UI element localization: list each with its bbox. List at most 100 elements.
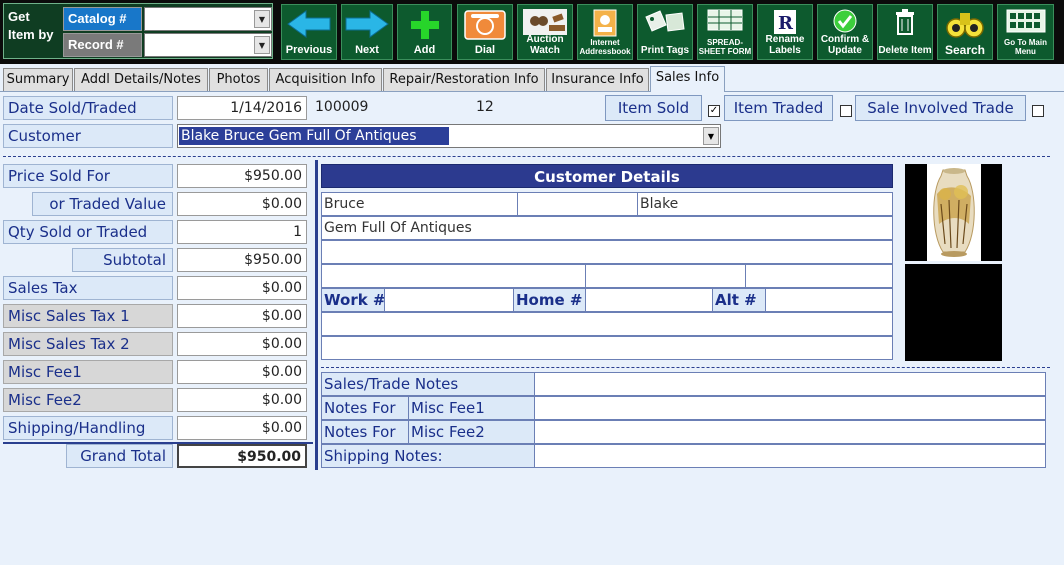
- misc-sales-tax-2-button[interactable]: Misc Sales Tax 2: [3, 332, 173, 356]
- customer-last-name[interactable]: Blake: [637, 192, 893, 216]
- price-sold-for-field[interactable]: $950.00: [177, 164, 307, 188]
- customer-details-title: Customer Details: [321, 164, 893, 188]
- tab-insurance-info[interactable]: Insurance Info: [546, 68, 649, 91]
- misc-fee2-field[interactable]: $0.00: [177, 388, 307, 412]
- customer-company[interactable]: Gem Full Of Antiques: [321, 216, 893, 240]
- record-number-text: 100009: [315, 99, 369, 115]
- arrow-right-icon: [345, 10, 389, 38]
- qty-sold-field[interactable]: 1: [177, 220, 307, 244]
- column-separator: [315, 160, 318, 470]
- catalog-number-button[interactable]: Catalog #: [63, 7, 142, 31]
- traded-value-label: or Traded Value: [32, 192, 173, 216]
- tab-acquisition-info[interactable]: Acquisition Info: [269, 68, 382, 91]
- misc-sales-tax-1-field[interactable]: $0.00: [177, 304, 307, 328]
- customer-city[interactable]: [321, 264, 586, 288]
- confirm-update-button[interactable]: Confirm & Update: [817, 4, 873, 60]
- misc-fee1-field[interactable]: $0.00: [177, 360, 307, 384]
- previous-label: Previous: [285, 44, 333, 56]
- auction-watch-button[interactable]: Auction Watch: [517, 4, 573, 60]
- spreadsheet-form-label: SPREAD- SHEET FORM: [698, 38, 752, 56]
- work-phone-field[interactable]: [384, 288, 514, 312]
- item-traded-checkbox[interactable]: [840, 105, 852, 117]
- item-sold-button[interactable]: Item Sold: [605, 95, 702, 121]
- traded-value-field[interactable]: $0.00: [177, 192, 307, 216]
- tab-repair-restoration-info[interactable]: Repair/Restoration Info: [383, 68, 545, 91]
- customer-select[interactable]: Blake Bruce Gem Full Of Antiques ▼: [177, 124, 721, 148]
- print-tags-label: Print Tags: [640, 45, 690, 56]
- shipping-notes-label: Shipping Notes:: [321, 444, 535, 468]
- add-button[interactable]: Add: [397, 4, 452, 60]
- rename-icon: R: [774, 10, 796, 34]
- internet-addressbook-button[interactable]: Internet Addressbook: [577, 4, 633, 60]
- sale-involved-trade-checkbox[interactable]: [1032, 105, 1044, 117]
- shipping-handling-field[interactable]: $0.00: [177, 416, 307, 440]
- work-phone-label: Work #: [321, 288, 385, 312]
- notes-for-label-1: Notes For: [321, 396, 409, 420]
- item-photo-2[interactable]: [905, 264, 1002, 361]
- go-to-main-menu-button[interactable]: Go To Main Menu: [997, 4, 1054, 60]
- date-sold-traded-field[interactable]: 1/14/2016: [177, 96, 307, 120]
- item-sold-checkbox[interactable]: ✓: [708, 105, 720, 117]
- trash-icon: [896, 9, 914, 35]
- record-number-button[interactable]: Record #: [63, 33, 142, 57]
- tab-bar: Summary Addl Details/Notes Photos Acquis…: [0, 64, 1064, 92]
- tab-sales-info[interactable]: Sales Info: [650, 66, 725, 92]
- misc-sales-tax-1-button[interactable]: Misc Sales Tax 1: [3, 304, 173, 328]
- next-label: Next: [355, 44, 379, 56]
- grand-total-label: Grand Total: [66, 444, 173, 468]
- alt-phone-label: Alt #: [712, 288, 766, 312]
- alt-phone-field[interactable]: [765, 288, 893, 312]
- spreadsheet-icon: [707, 9, 743, 31]
- vase-image: [927, 164, 981, 261]
- sales-tax-field[interactable]: $0.00: [177, 276, 307, 300]
- misc-fee1-button[interactable]: Misc Fee1: [3, 360, 173, 384]
- section-divider: [3, 156, 1050, 157]
- customer-email[interactable]: [321, 312, 893, 336]
- qty-sold-label: Qty Sold or Traded: [3, 220, 173, 244]
- customer-middle-name[interactable]: [517, 192, 638, 216]
- sales-trade-notes-field[interactable]: [534, 372, 1046, 396]
- chevron-down-icon[interactable]: ▼: [254, 10, 270, 28]
- delete-item-button[interactable]: Delete Item: [877, 4, 933, 60]
- customer-state[interactable]: [585, 264, 746, 288]
- tab-summary[interactable]: Summary: [3, 68, 73, 91]
- customer-first-name[interactable]: Bruce: [321, 192, 518, 216]
- go-to-main-menu-label: Go To Main Menu: [1004, 38, 1047, 56]
- customer-selected-value: Blake Bruce Gem Full Of Antiques: [179, 127, 449, 145]
- rename-labels-button[interactable]: R Rename Labels: [757, 4, 813, 60]
- misc-fee1-notes-field[interactable]: [534, 396, 1046, 420]
- internet-addressbook-label: Internet Addressbook: [579, 38, 631, 56]
- arrow-left-icon: [287, 10, 331, 38]
- search-button[interactable]: Search: [937, 4, 993, 60]
- rename-labels-label: Rename Labels: [765, 34, 805, 56]
- misc-fee2-notes-field[interactable]: [534, 420, 1046, 444]
- shipping-handling-label: Shipping/Handling: [3, 416, 173, 440]
- dial-button[interactable]: Dial: [457, 4, 513, 60]
- checkmark-icon: [833, 9, 857, 33]
- next-button[interactable]: Next: [341, 4, 393, 60]
- svg-text:R: R: [778, 13, 794, 34]
- home-phone-field[interactable]: [585, 288, 713, 312]
- previous-button[interactable]: Previous: [281, 4, 337, 60]
- catalog-number-select[interactable]: ▼: [144, 7, 272, 31]
- record-number-select[interactable]: ▼: [144, 33, 272, 57]
- misc-fee2-button[interactable]: Misc Fee2: [3, 388, 173, 412]
- sale-involved-trade-button[interactable]: Sale Involved Trade: [855, 95, 1026, 121]
- print-tags-button[interactable]: Print Tags: [637, 4, 693, 60]
- sales-tax-label: Sales Tax: [3, 276, 173, 300]
- misc-fee1-notes-label: Misc Fee1: [408, 396, 535, 420]
- spreadsheet-form-button[interactable]: SPREAD- SHEET FORM: [697, 4, 753, 60]
- item-photo-1[interactable]: [905, 164, 1002, 261]
- customer-zip[interactable]: [745, 264, 893, 288]
- tab-photos[interactable]: Photos: [209, 68, 268, 91]
- shipping-notes-field[interactable]: [534, 444, 1046, 468]
- home-phone-label: Home #: [513, 288, 586, 312]
- customer-website[interactable]: [321, 336, 893, 360]
- chevron-down-icon[interactable]: ▼: [254, 36, 270, 54]
- item-traded-button[interactable]: Item Traded: [724, 95, 833, 121]
- chevron-down-icon[interactable]: ▼: [703, 127, 719, 145]
- item-count-text: 12: [476, 99, 494, 115]
- misc-sales-tax-2-field[interactable]: $0.00: [177, 332, 307, 356]
- customer-address[interactable]: [321, 240, 893, 264]
- tab-addl-details-notes[interactable]: Addl Details/Notes: [74, 68, 208, 91]
